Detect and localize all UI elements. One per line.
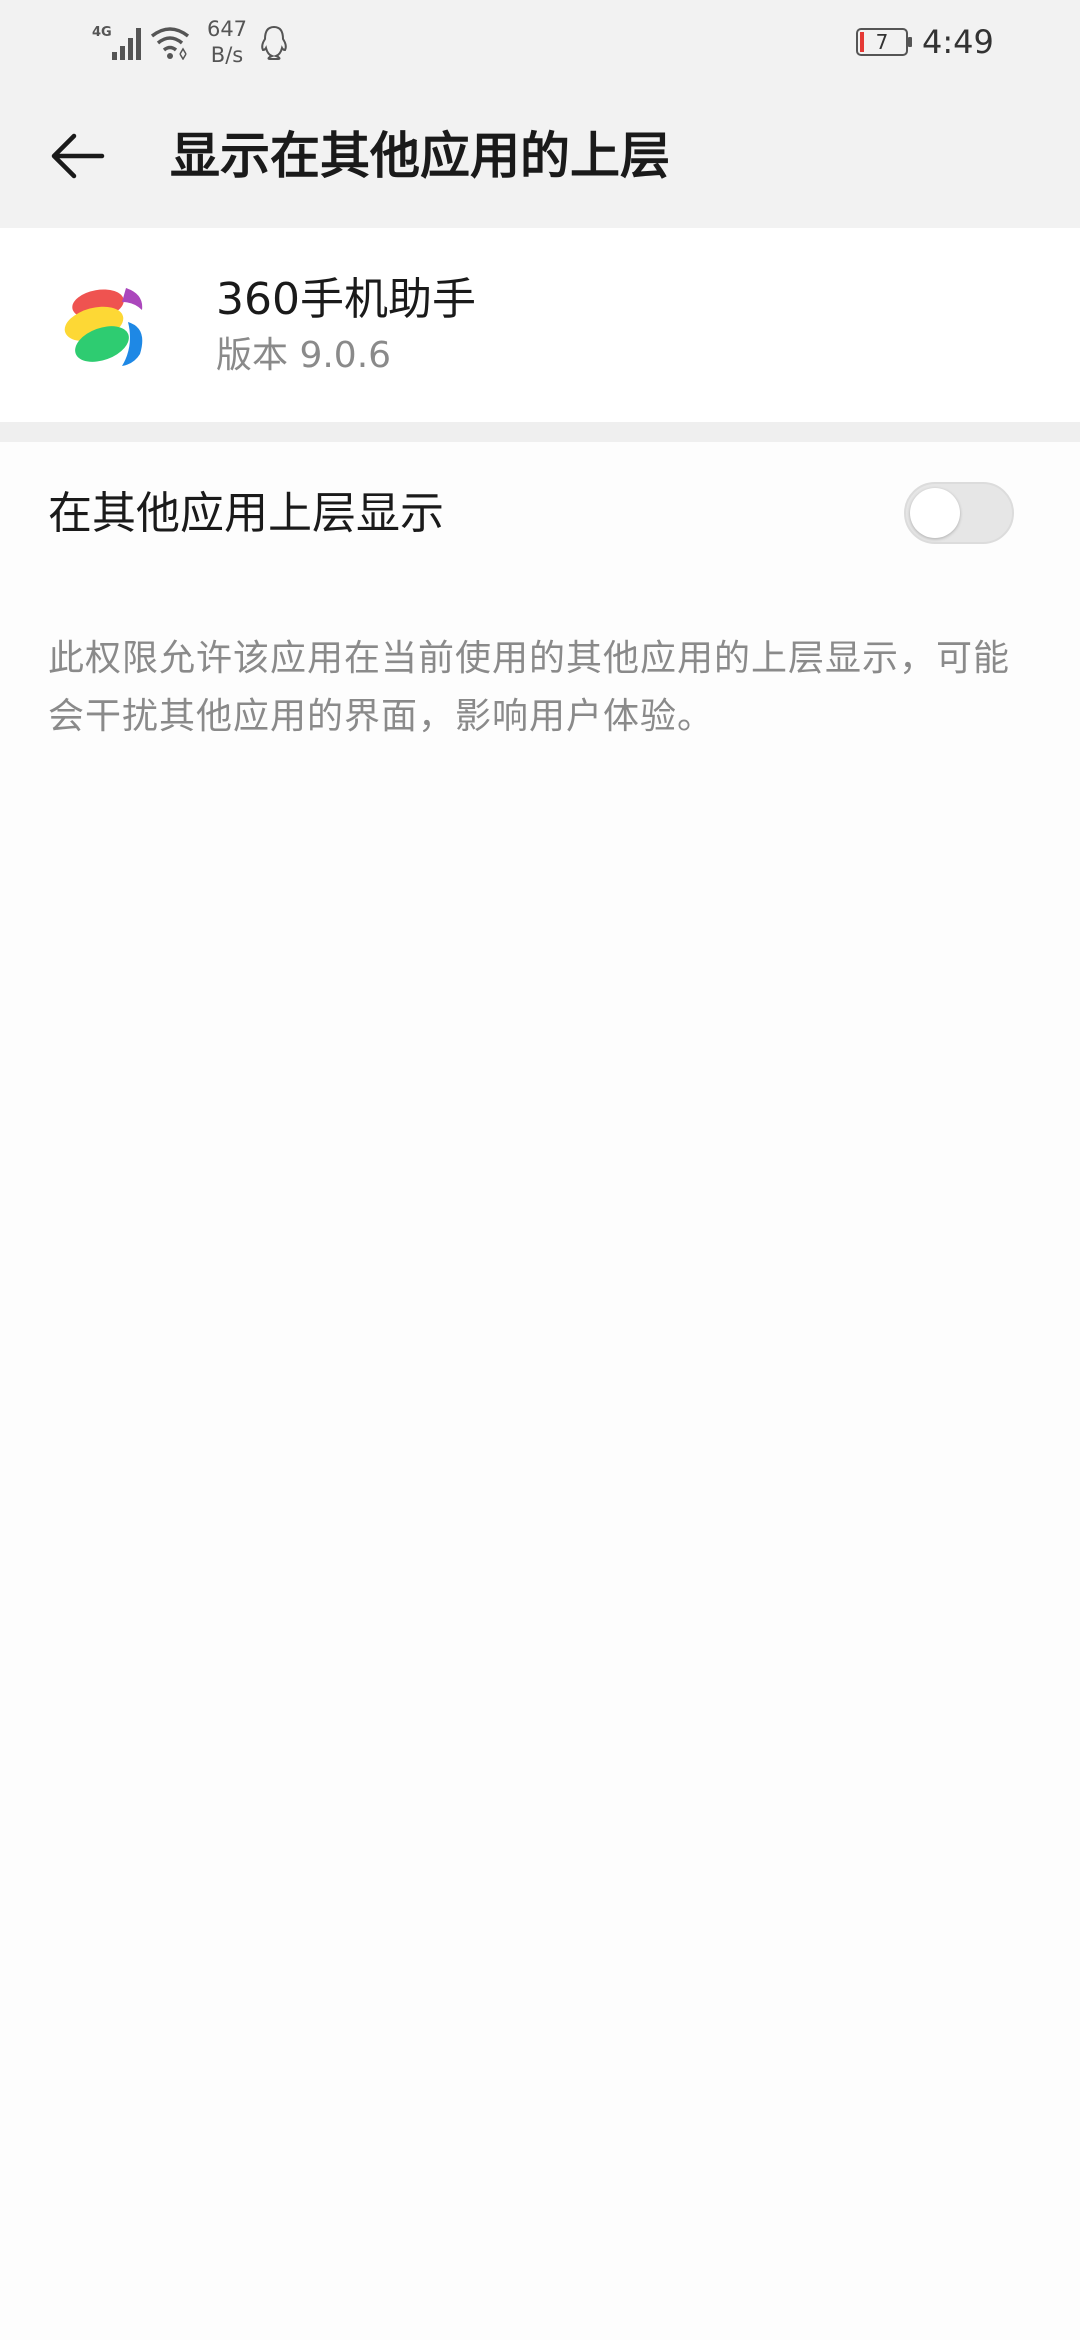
network-speed: 647 B/s: [202, 16, 252, 68]
toggle-knob: [910, 488, 960, 538]
overlay-permission-toggle[interactable]: [904, 482, 1014, 544]
network-speed-unit: B/s: [210, 43, 244, 67]
app-360-icon: [64, 288, 143, 366]
qq-icon: [261, 25, 287, 60]
back-arrow-icon: [51, 133, 105, 179]
page-title: 显示在其他应用的上层: [170, 127, 670, 185]
wifi-icon: [150, 27, 190, 60]
back-button[interactable]: [36, 114, 120, 198]
permission-description: 此权限允许该应用在当前使用的其他应用的上层显示，可能会干扰其他应用的界面，影响用…: [48, 638, 1011, 737]
overlay-permission-row[interactable]: 在其他应用上层显示: [0, 442, 1080, 588]
section-divider: [0, 422, 1080, 442]
signal-4g-icon: 4G: [92, 25, 141, 60]
app-info-card: 360手机助手 版本 9.0.6: [0, 228, 1080, 422]
network-type-label: 4G: [92, 25, 112, 40]
status-bar: 4G 647 B/s 7 4:49: [0, 0, 1080, 84]
app-bar: 显示在其他应用的上层: [0, 84, 1080, 228]
overlay-permission-label: 在其他应用上层显示: [48, 488, 444, 539]
battery-level-text: 7: [875, 30, 889, 54]
network-speed-value: 647: [206, 17, 248, 41]
app-name: 360手机助手: [216, 274, 476, 325]
screen: 4G 647 B/s 7 4:49 显示在其他应用的上层 360手机助手 版本 …: [0, 0, 1080, 2340]
app-version: 版本 9.0.6: [216, 335, 392, 376]
status-time: 4:49: [922, 23, 994, 61]
